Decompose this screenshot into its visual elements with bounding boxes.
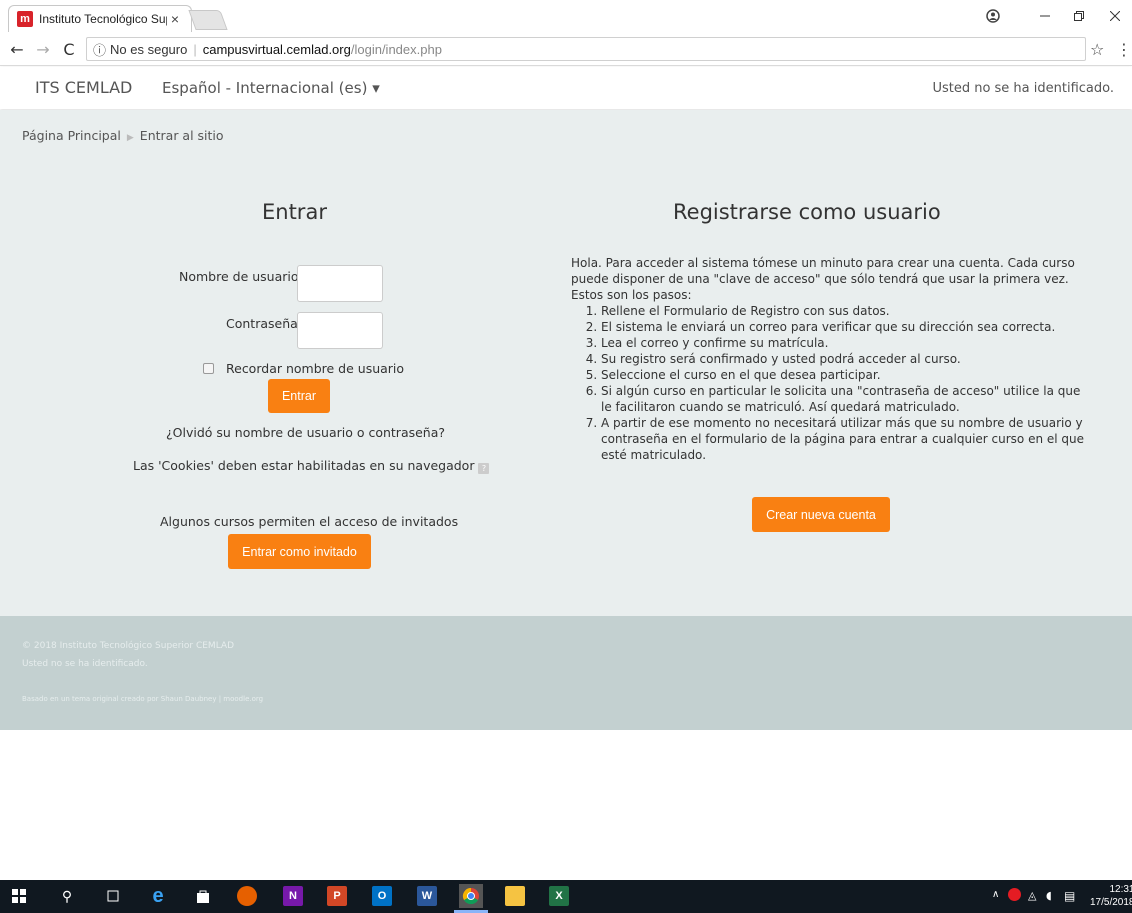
moodle-favicon-icon: m bbox=[17, 11, 33, 27]
taskbar-clock[interactable]: 12:31 17/5/2018 bbox=[1090, 883, 1132, 909]
signup-steps: Rellene el Formulario de Registro con su… bbox=[601, 303, 1086, 463]
url-input[interactable]: ⓘ No es seguro | campusvirtual.cemlad.or… bbox=[86, 37, 1086, 61]
browser-tab-strip: m Instituto Tecnológico Sup × bbox=[0, 0, 1132, 32]
search-icon[interactable]: ⚲ bbox=[57, 886, 77, 906]
guest-login-button[interactable]: Entrar como invitado bbox=[228, 534, 371, 569]
new-tab-button[interactable] bbox=[188, 10, 228, 30]
language-menu[interactable]: Español - Internacional (es) ▾ bbox=[162, 79, 380, 97]
chrome-icon[interactable] bbox=[459, 884, 483, 908]
browser-menu-icon[interactable]: ⋮ bbox=[1116, 40, 1132, 59]
url-path: /login/index.php bbox=[350, 41, 442, 57]
signup-step: El sistema le enviará un correo para ver… bbox=[601, 319, 1086, 335]
store-icon[interactable] bbox=[193, 886, 213, 906]
firefox-icon[interactable] bbox=[237, 886, 257, 906]
url-host: campusvirtual.cemlad.org bbox=[202, 41, 351, 57]
back-arrow-icon[interactable]: ← bbox=[6, 39, 28, 61]
signup-step: Lea el correo y confirme su matrícula. bbox=[601, 335, 1086, 351]
close-window-icon[interactable] bbox=[1100, 0, 1130, 32]
signup-step: Rellene el Formulario de Registro con su… bbox=[601, 303, 1086, 319]
wifi-icon[interactable]: ◬ bbox=[1028, 889, 1036, 902]
volume-icon[interactable]: ◖ bbox=[1046, 889, 1052, 902]
task-view-icon[interactable] bbox=[103, 886, 123, 906]
login-button[interactable]: Entrar bbox=[268, 379, 330, 413]
help-icon[interactable]: ? bbox=[478, 463, 490, 474]
bookmark-star-icon[interactable]: ☆ bbox=[1090, 40, 1104, 59]
browser-tab[interactable]: m Instituto Tecnológico Sup × bbox=[8, 5, 192, 32]
login-info: Usted no se ha identificado. bbox=[932, 81, 1114, 96]
account-icon[interactable] bbox=[978, 0, 1008, 32]
breadcrumb-home[interactable]: Página Principal bbox=[22, 128, 121, 143]
windows-start-icon[interactable] bbox=[9, 886, 29, 906]
signup-heading: Registrarse como usuario bbox=[673, 200, 941, 224]
create-account-button[interactable]: Crear nueva cuenta bbox=[752, 497, 890, 532]
excel-icon[interactable]: X bbox=[549, 886, 569, 906]
security-label: No es seguro bbox=[110, 41, 188, 57]
guest-notice: Algunos cursos permiten el acceso de inv… bbox=[160, 514, 459, 529]
word-icon[interactable]: W bbox=[417, 886, 437, 906]
remember-username-checkbox[interactable] bbox=[203, 363, 214, 374]
breadcrumb: Página Principal ▶ Entrar al sitio bbox=[22, 128, 224, 143]
remember-username-label: Recordar nombre de usuario bbox=[226, 361, 405, 376]
signup-intro: Hola. Para acceder al sistema tómese un … bbox=[571, 256, 1075, 302]
file-explorer-icon[interactable] bbox=[505, 886, 525, 906]
tab-close-icon[interactable]: × bbox=[167, 11, 183, 27]
breadcrumb-current: Entrar al sitio bbox=[139, 128, 224, 143]
notification-icon[interactable]: ▤ bbox=[1064, 889, 1075, 903]
clock-date: 17/5/2018 bbox=[1090, 897, 1132, 908]
onenote-icon[interactable]: N bbox=[283, 886, 303, 906]
footer-login-info: Usted no se ha identificado. bbox=[22, 659, 148, 669]
info-icon[interactable]: ⓘ bbox=[93, 40, 106, 59]
clock-time: 12:31 bbox=[1109, 884, 1132, 895]
breadcrumb-divider-icon: ▶ bbox=[126, 133, 134, 143]
page-content: Página Principal ▶ Entrar al sitio Entrar … bbox=[0, 110, 1132, 616]
windows-taskbar: ⚲ e N P O W X ∧ ◬ ◖ ▤ 12:31 17/5/2018 bbox=[0, 880, 1132, 913]
password-input[interactable] bbox=[297, 312, 383, 349]
signup-step: Su registro será confirmado y usted podr… bbox=[601, 351, 1086, 367]
outlook-icon[interactable]: O bbox=[372, 886, 392, 906]
password-label: Contraseña bbox=[226, 316, 298, 331]
tab-title: Instituto Tecnológico Sup bbox=[39, 12, 167, 26]
powerpoint-icon[interactable]: P bbox=[327, 886, 347, 906]
site-navbar: ITS CEMLAD Español - Internacional (es) … bbox=[0, 67, 1132, 109]
signup-step: Si algún curso en particular le solicita… bbox=[601, 383, 1086, 415]
url-separator: | bbox=[193, 41, 197, 57]
cookies-notice-text: Las 'Cookies' deben estar habilitadas en… bbox=[133, 458, 475, 473]
footer-copyright: © 2018 Instituto Tecnológico Superior CE… bbox=[22, 641, 235, 651]
username-label: Nombre de usuario bbox=[179, 269, 299, 284]
forgot-password-link[interactable]: ¿Olvidó su nombre de usuario o contraseñ… bbox=[166, 425, 445, 440]
signup-step: A partir de ese momento no necesitará ut… bbox=[601, 415, 1086, 463]
signup-instructions: Hola. Para acceder al sistema tómese un … bbox=[571, 255, 1086, 463]
forward-arrow-icon[interactable]: → bbox=[32, 39, 54, 61]
footer-credits[interactable]: Basado en un tema original creado por Sh… bbox=[22, 695, 263, 703]
restore-icon[interactable] bbox=[1064, 0, 1094, 32]
signup-step: Seleccione el curso en el que desea part… bbox=[601, 367, 1086, 383]
login-heading: Entrar bbox=[262, 200, 327, 224]
edge-icon[interactable]: e bbox=[148, 885, 168, 907]
username-input[interactable] bbox=[297, 265, 383, 302]
site-brand[interactable]: ITS CEMLAD bbox=[35, 78, 132, 97]
cookies-notice: Las 'Cookies' deben estar habilitadas en… bbox=[133, 458, 490, 474]
mega-tray-icon[interactable] bbox=[1008, 888, 1021, 901]
address-bar: ← → C ⓘ No es seguro | campusvirtual.cem… bbox=[0, 32, 1132, 66]
site-footer: © 2018 Instituto Tecnológico Superior CE… bbox=[0, 616, 1132, 730]
minimize-icon[interactable] bbox=[1030, 0, 1060, 32]
reload-icon[interactable]: C bbox=[58, 39, 80, 61]
tray-chevron-icon[interactable]: ∧ bbox=[992, 889, 999, 900]
